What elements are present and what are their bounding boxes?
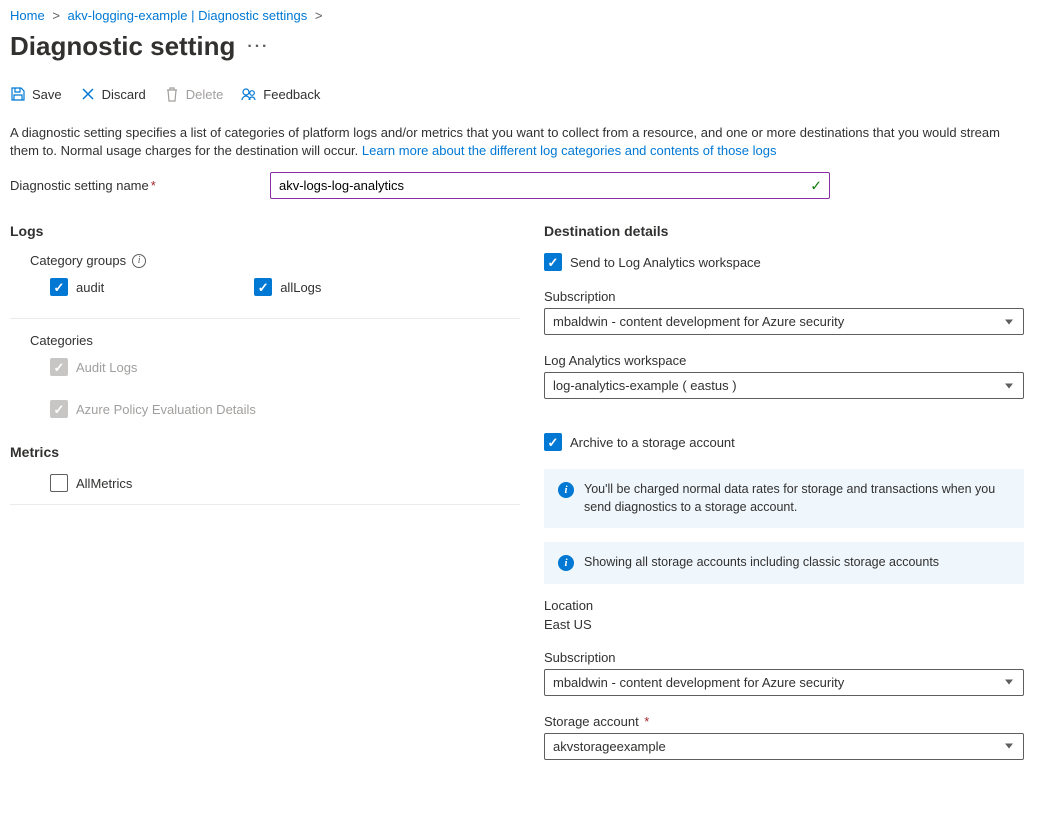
info-box-storage-charge: i You'll be charged normal data rates fo…: [544, 469, 1024, 528]
feedback-label: Feedback: [263, 87, 320, 102]
storage-subscription-label: Subscription: [544, 650, 1036, 665]
name-field-row: Diagnostic setting name* ✓: [10, 172, 1036, 199]
storage-account-select[interactable]: akvstorageexample: [544, 733, 1024, 760]
feedback-button[interactable]: Feedback: [241, 86, 320, 102]
divider: [10, 504, 520, 505]
checkbox-archive-storage-label: Archive to a storage account: [570, 435, 735, 450]
checkbox-send-log-analytics[interactable]: [544, 253, 562, 271]
la-workspace-value: log-analytics-example ( eastus ): [553, 378, 737, 393]
checkbox-archive-storage[interactable]: [544, 433, 562, 451]
diagnostic-name-input[interactable]: [270, 172, 830, 199]
checkbox-policy-eval-label: Azure Policy Evaluation Details: [76, 402, 256, 417]
logs-heading: Logs: [10, 223, 520, 239]
checkbox-allmetrics[interactable]: [50, 474, 68, 492]
la-subscription-select[interactable]: mbaldwin - content development for Azure…: [544, 308, 1024, 335]
discard-label: Discard: [102, 87, 146, 102]
breadcrumb: Home > akv-logging-example | Diagnostic …: [10, 8, 1036, 29]
breadcrumb-home[interactable]: Home: [10, 8, 45, 23]
checkbox-alllogs-label: allLogs: [280, 280, 321, 295]
storage-account-value: akvstorageexample: [553, 739, 666, 754]
la-workspace-label: Log Analytics workspace: [544, 353, 1036, 368]
checkbox-audit[interactable]: [50, 278, 68, 296]
la-subscription-label: Subscription: [544, 289, 1036, 304]
info-icon[interactable]: i: [132, 254, 146, 268]
more-actions-button[interactable]: ···: [247, 38, 269, 56]
delete-label: Delete: [186, 87, 224, 102]
save-icon: [10, 86, 26, 102]
la-workspace-select[interactable]: log-analytics-example ( eastus ): [544, 372, 1024, 399]
save-button[interactable]: Save: [10, 86, 62, 102]
checkbox-send-log-analytics-label: Send to Log Analytics workspace: [570, 255, 761, 270]
checkbox-allmetrics-label: AllMetrics: [76, 476, 132, 491]
metrics-heading: Metrics: [10, 444, 520, 460]
close-icon: [80, 86, 96, 102]
discard-button[interactable]: Discard: [80, 86, 146, 102]
description-link[interactable]: Learn more about the different log categ…: [362, 143, 777, 158]
breadcrumb-resource[interactable]: akv-logging-example | Diagnostic setting…: [68, 8, 308, 23]
breadcrumb-separator: >: [311, 8, 327, 23]
checkbox-alllogs[interactable]: [254, 278, 272, 296]
page-title: Diagnostic setting: [10, 31, 235, 62]
category-groups-label: Category groups i: [30, 253, 520, 268]
toolbar: Save Discard Delete Feedback: [10, 66, 1036, 112]
name-field-label: Diagnostic setting name*: [10, 178, 270, 193]
feedback-icon: [241, 86, 257, 102]
checkbox-audit-logs: [50, 358, 68, 376]
categories-label: Categories: [30, 333, 520, 348]
breadcrumb-separator: >: [48, 8, 64, 23]
page-title-row: Diagnostic setting ···: [10, 31, 1036, 62]
checkbox-policy-eval: [50, 400, 68, 418]
info-icon: i: [558, 482, 574, 498]
storage-subscription-value: mbaldwin - content development for Azure…: [553, 675, 844, 690]
info-box-storage-classic: i Showing all storage accounts including…: [544, 542, 1024, 584]
checkbox-audit-label: audit: [76, 280, 104, 295]
info-icon: i: [558, 555, 574, 571]
storage-location-value: East US: [544, 617, 1036, 632]
storage-subscription-select[interactable]: mbaldwin - content development for Azure…: [544, 669, 1024, 696]
info-box-text: Showing all storage accounts including c…: [584, 554, 939, 572]
destination-heading: Destination details: [544, 223, 1036, 239]
description: A diagnostic setting specifies a list of…: [10, 124, 1010, 160]
trash-icon: [164, 86, 180, 102]
storage-location-label: Location: [544, 598, 1036, 613]
required-indicator: *: [641, 714, 650, 729]
divider: [10, 318, 520, 319]
info-box-text: You'll be charged normal data rates for …: [584, 481, 1010, 516]
required-indicator: *: [151, 178, 156, 193]
delete-button: Delete: [164, 86, 224, 102]
storage-account-label: Storage account *: [544, 714, 1036, 729]
checkbox-audit-logs-label: Audit Logs: [76, 360, 137, 375]
la-subscription-value: mbaldwin - content development for Azure…: [553, 314, 844, 329]
save-label: Save: [32, 87, 62, 102]
